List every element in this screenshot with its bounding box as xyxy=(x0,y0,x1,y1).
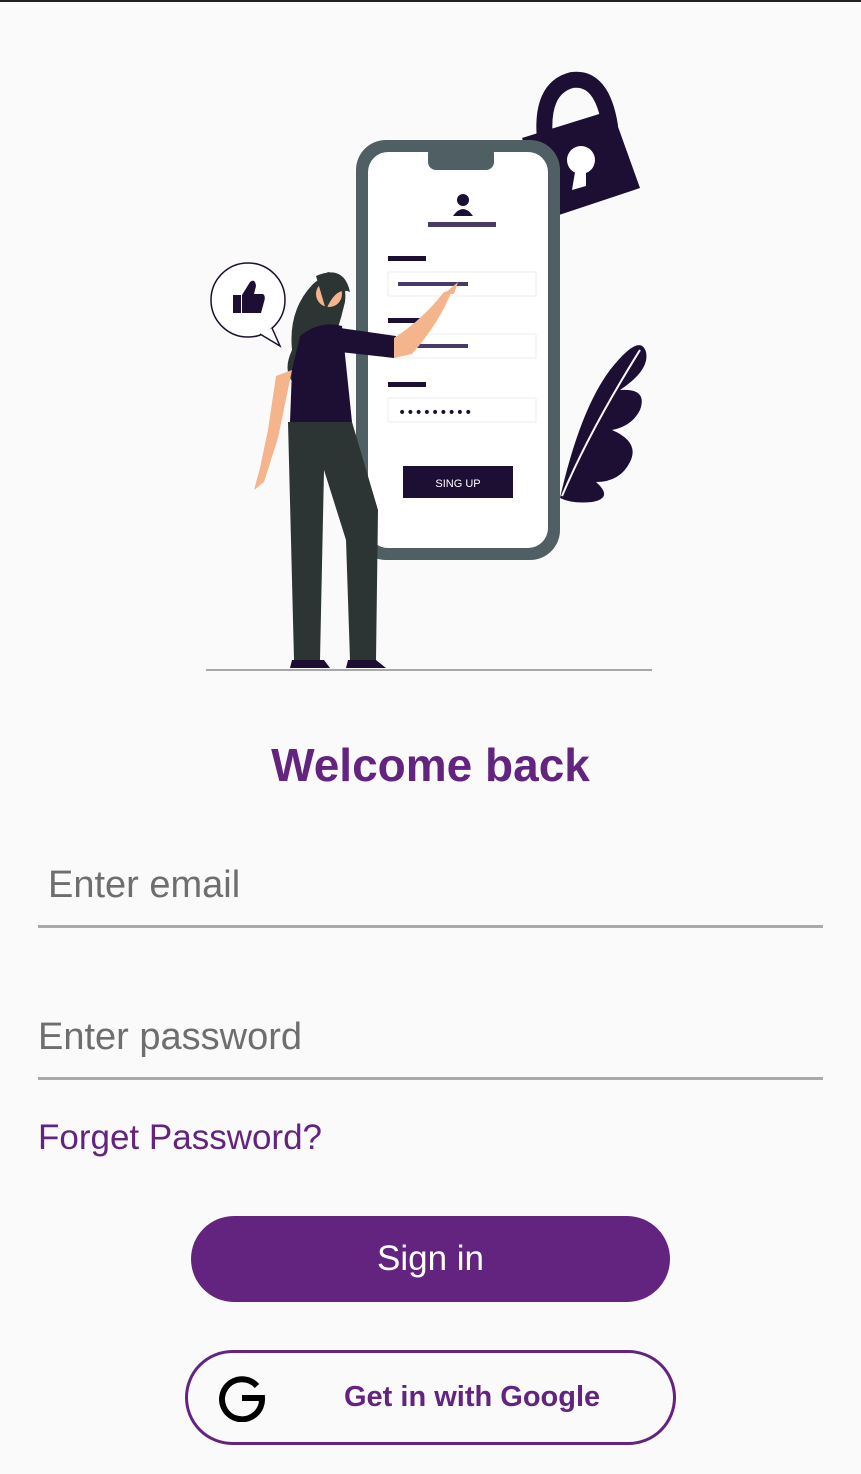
email-field-container xyxy=(38,846,823,928)
forget-password-link[interactable]: Forget Password? xyxy=(38,1118,322,1158)
password-field[interactable] xyxy=(38,998,823,1077)
speech-bubble xyxy=(210,262,286,348)
status-bar-edge xyxy=(0,0,861,2)
password-field-container xyxy=(38,998,823,1080)
leaf-decoration xyxy=(560,345,647,503)
email-field[interactable] xyxy=(38,846,823,925)
google-icon xyxy=(219,1376,266,1422)
google-sign-in-label: Get in with Google xyxy=(344,1381,601,1413)
login-illustration: ••••••••• SING UP xyxy=(206,71,652,671)
google-sign-in-button[interactable]: Get in with Google xyxy=(185,1350,676,1445)
page-title: Welcome back xyxy=(271,739,590,791)
sign-in-button[interactable]: Sign in xyxy=(191,1216,670,1302)
illustration-signup-label: SING UP xyxy=(435,478,480,490)
password-dots: ••••••••• xyxy=(398,405,472,421)
